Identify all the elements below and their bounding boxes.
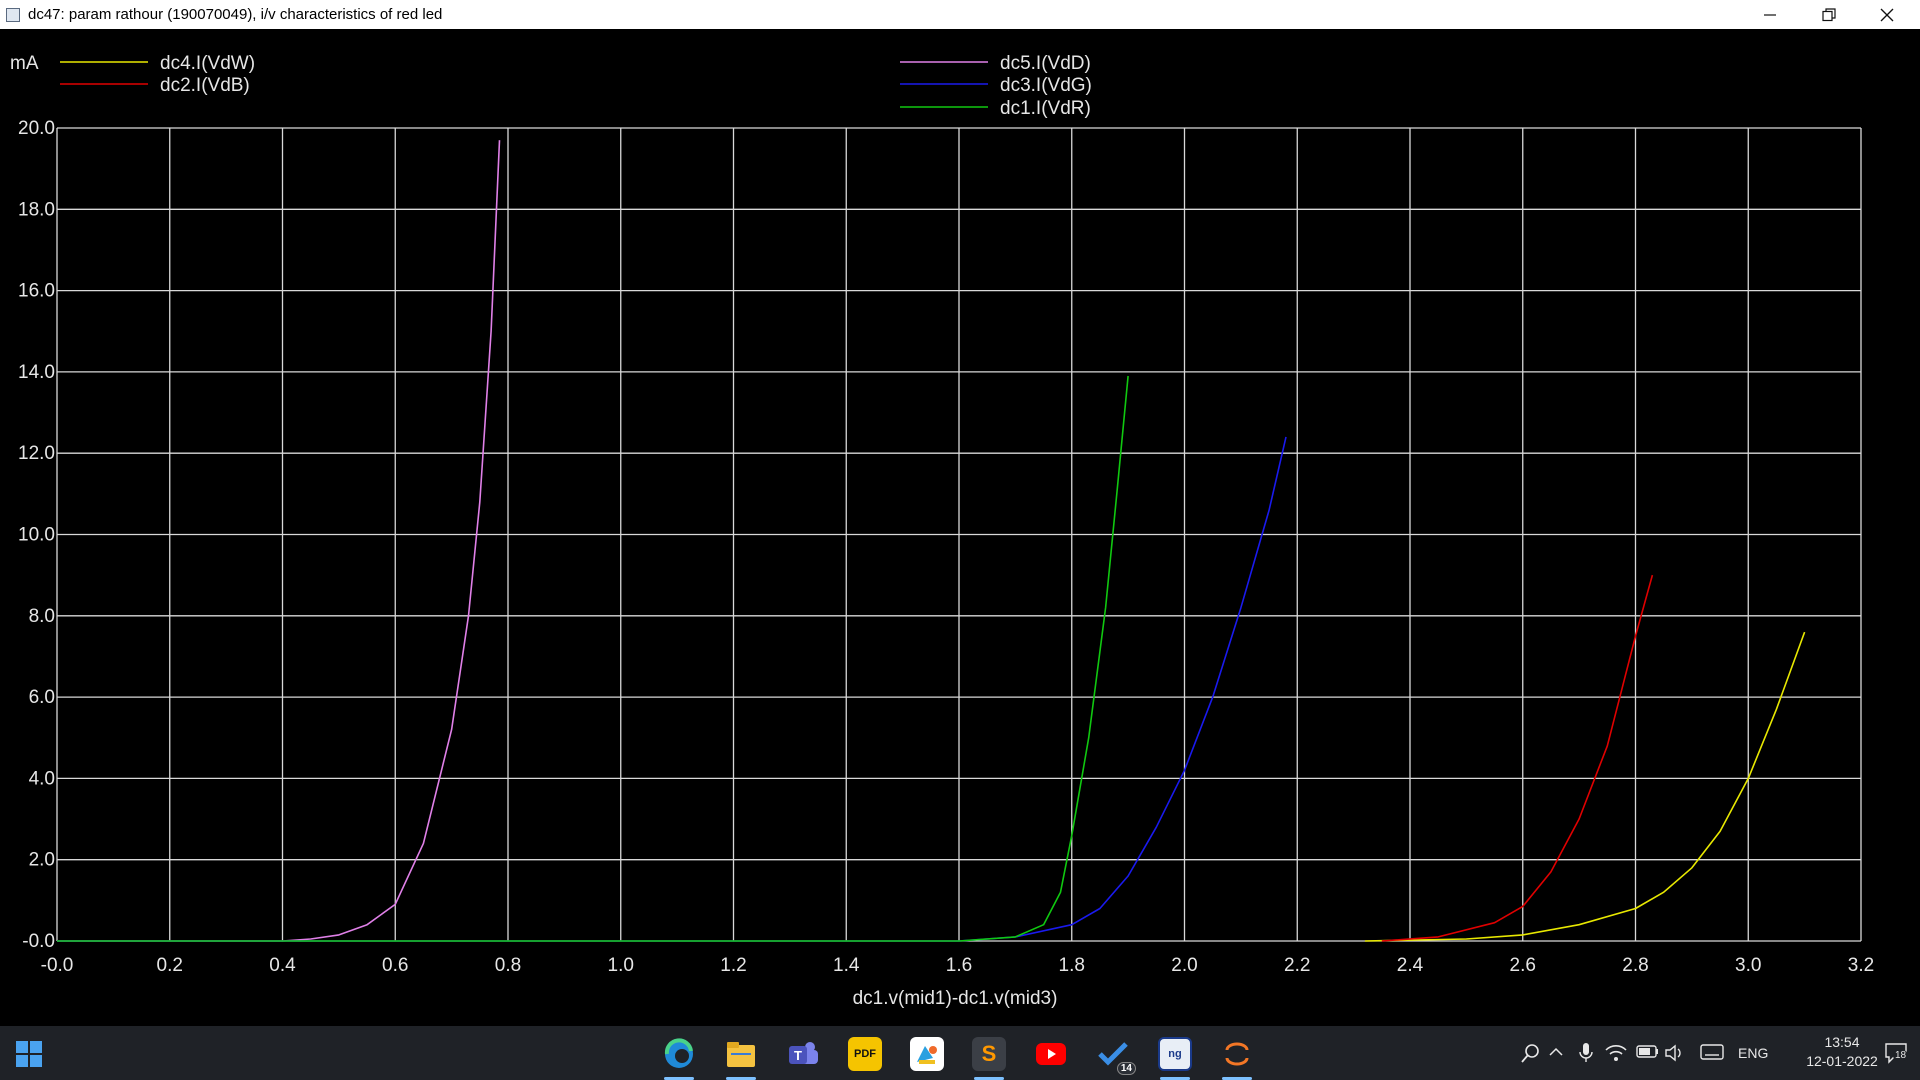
x-tick-label: 2.6: [1510, 955, 1536, 976]
close-icon: [1880, 8, 1894, 21]
ngspice-icon[interactable]: ng: [1158, 1037, 1192, 1071]
svg-text:T: T: [794, 1048, 802, 1063]
restore-button[interactable]: [1800, 0, 1858, 29]
x-tick-label: 2.4: [1397, 955, 1424, 976]
y-tick-label: 18.0: [18, 199, 55, 220]
y-tick-label: 6.0: [29, 687, 55, 708]
x-tick-label: 0.8: [495, 955, 521, 976]
todo-badge: 14: [1116, 1062, 1136, 1075]
restore-icon: [1822, 7, 1836, 21]
series-line-dc3-i-vdg-: [57, 436, 1287, 942]
chart-area: 20.018.016.014.012.010.08.06.04.02.0-0.0…: [10, 53, 1875, 1009]
app-window-icon: [6, 7, 20, 22]
volume-icon[interactable]: [1664, 1042, 1686, 1067]
clock-date: 12-01-2022: [1806, 1053, 1878, 1069]
y-tick-labels: 20.0 18.0 16.0 14.0 12.0 10.0 8.0 6.0 4.0 2.0 -0.0: [18, 118, 55, 952]
y-tick-label: 20.0: [18, 118, 55, 139]
keyboard-icon[interactable]: [1700, 1044, 1724, 1063]
y-tick-label: 14.0: [18, 362, 55, 383]
paint-icon[interactable]: [910, 1037, 944, 1071]
x-tick-label: 2.8: [1622, 955, 1648, 976]
x-tick-label: 0.2: [157, 955, 183, 976]
y-tick-label: 8.0: [29, 606, 55, 627]
title-bar: dc47: param rathour (190070049), i/v cha…: [0, 0, 1920, 29]
y-tick-label: 16.0: [18, 281, 55, 302]
notification-badge: 18: [1893, 1050, 1909, 1061]
y-tick-label: 4.0: [29, 768, 55, 789]
series-line-dc1-i-vdr-: [57, 375, 1129, 942]
notification-icon[interactable]: 18: [1884, 1040, 1910, 1069]
search-icon[interactable]: [1520, 1042, 1542, 1067]
close-button[interactable]: [1858, 0, 1916, 29]
series-line-dc4-i-vdw-: [1364, 631, 1806, 942]
battery-icon[interactable]: [1636, 1044, 1660, 1063]
taskbar: T PDF S 14 ng ENG 13:54 12-01-2022 18: [0, 1026, 1920, 1080]
clock[interactable]: 13:54 12-01-2022: [1806, 1034, 1878, 1069]
file-explorer-icon[interactable]: [724, 1037, 758, 1071]
edge-browser-icon[interactable]: [662, 1037, 696, 1071]
x-tick-label: 2.0: [1171, 955, 1197, 976]
sublime-text-icon[interactable]: S: [972, 1037, 1006, 1071]
x-tick-label: 0.4: [269, 955, 296, 976]
minimize-button[interactable]: [1741, 0, 1799, 29]
x-tick-label: 1.6: [946, 955, 972, 976]
y-tick-label: 10.0: [18, 525, 55, 546]
x-tick-label: 0.6: [382, 955, 408, 976]
x-tick-label: 3.2: [1848, 955, 1874, 976]
series-lines: [57, 140, 1806, 942]
y-tick-label: 12.0: [18, 443, 55, 464]
chevron-up-icon[interactable]: [1548, 1042, 1564, 1065]
language-indicator[interactable]: ENG: [1738, 1045, 1768, 1061]
window-title: dc47: param rathour (190070049), i/v cha…: [28, 6, 443, 23]
jupyter-icon[interactable]: [1220, 1037, 1254, 1071]
x-tick-label: 3.0: [1735, 955, 1761, 976]
series-line-dc5-i-vdd-: [57, 140, 501, 942]
y-unit-label: mA: [10, 53, 39, 74]
teams-icon[interactable]: T: [786, 1037, 820, 1071]
grid: [56, 127, 1862, 942]
x-tick-label: -0.0: [41, 955, 74, 976]
minimize-icon: [1764, 13, 1776, 16]
x-tick-label: 1.4: [833, 955, 860, 976]
legend-label: dc1.I(VdR): [1000, 98, 1091, 119]
pdf-reader-icon[interactable]: PDF: [848, 1037, 882, 1071]
todo-icon[interactable]: 14: [1096, 1037, 1136, 1075]
y-tick-label: 2.0: [29, 850, 55, 871]
y-tick-label: -0.0: [22, 931, 55, 952]
clock-time: 13:54: [1824, 1034, 1860, 1050]
youtube-icon[interactable]: [1034, 1037, 1068, 1071]
x-tick-label: 1.8: [1059, 955, 1085, 976]
legend: dc4.I(VdW)dc2.I(VdB) dc5.I(VdD)dc3.I(VdG)…: [60, 53, 1092, 119]
wifi-icon[interactable]: [1604, 1042, 1628, 1067]
x-axis-label: dc1.v(mid1)-dc1.v(mid3): [853, 988, 1058, 1009]
series-line-dc2-i-vdb-: [1381, 574, 1654, 942]
microphone-icon[interactable]: [1578, 1042, 1594, 1067]
start-icon[interactable]: [12, 1037, 46, 1071]
x-tick-labels: -0.0 0.2 0.4 0.6 0.8 1.0 1.2 1.4 1.6 1.8 2.0 2.2 2.4…: [41, 955, 1875, 976]
legend-label: dc5.I(VdD): [1000, 53, 1091, 74]
x-tick-label: 2.2: [1284, 955, 1310, 976]
legend-label: dc3.I(VdG): [1000, 75, 1092, 96]
x-tick-label: 1.2: [720, 955, 746, 976]
x-tick-label: 1.0: [608, 955, 634, 976]
legend-label: dc4.I(VdW): [160, 53, 255, 74]
legend-label: dc2.I(VdB): [160, 75, 250, 96]
